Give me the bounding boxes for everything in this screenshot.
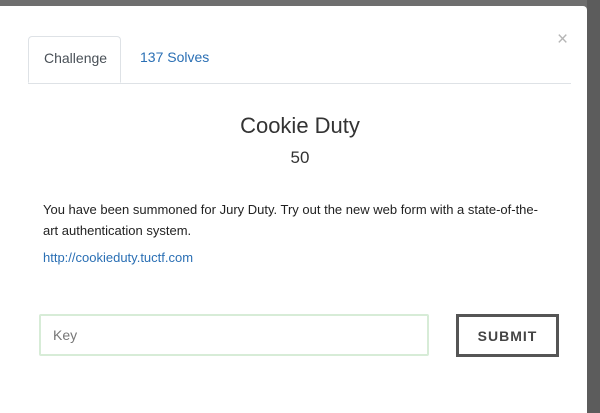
key-input[interactable] bbox=[39, 314, 429, 356]
challenge-value: 50 bbox=[290, 148, 310, 167]
submit-button[interactable]: SUBMIT bbox=[456, 314, 559, 357]
tab-challenge[interactable]: Challenge bbox=[28, 36, 121, 83]
challenge-name: Cookie Duty bbox=[240, 113, 360, 138]
background-overlay bbox=[587, 0, 600, 413]
challenge-link[interactable]: http://cookieduty.tuctf.com bbox=[43, 250, 193, 265]
challenge-description: You have been summoned for Jury Duty. Tr… bbox=[43, 202, 538, 238]
close-icon[interactable]: × bbox=[557, 30, 568, 50]
modal-tabs: Challenge 137 Solves bbox=[28, 36, 571, 84]
tab-solves[interactable]: 137 Solves bbox=[125, 36, 224, 83]
